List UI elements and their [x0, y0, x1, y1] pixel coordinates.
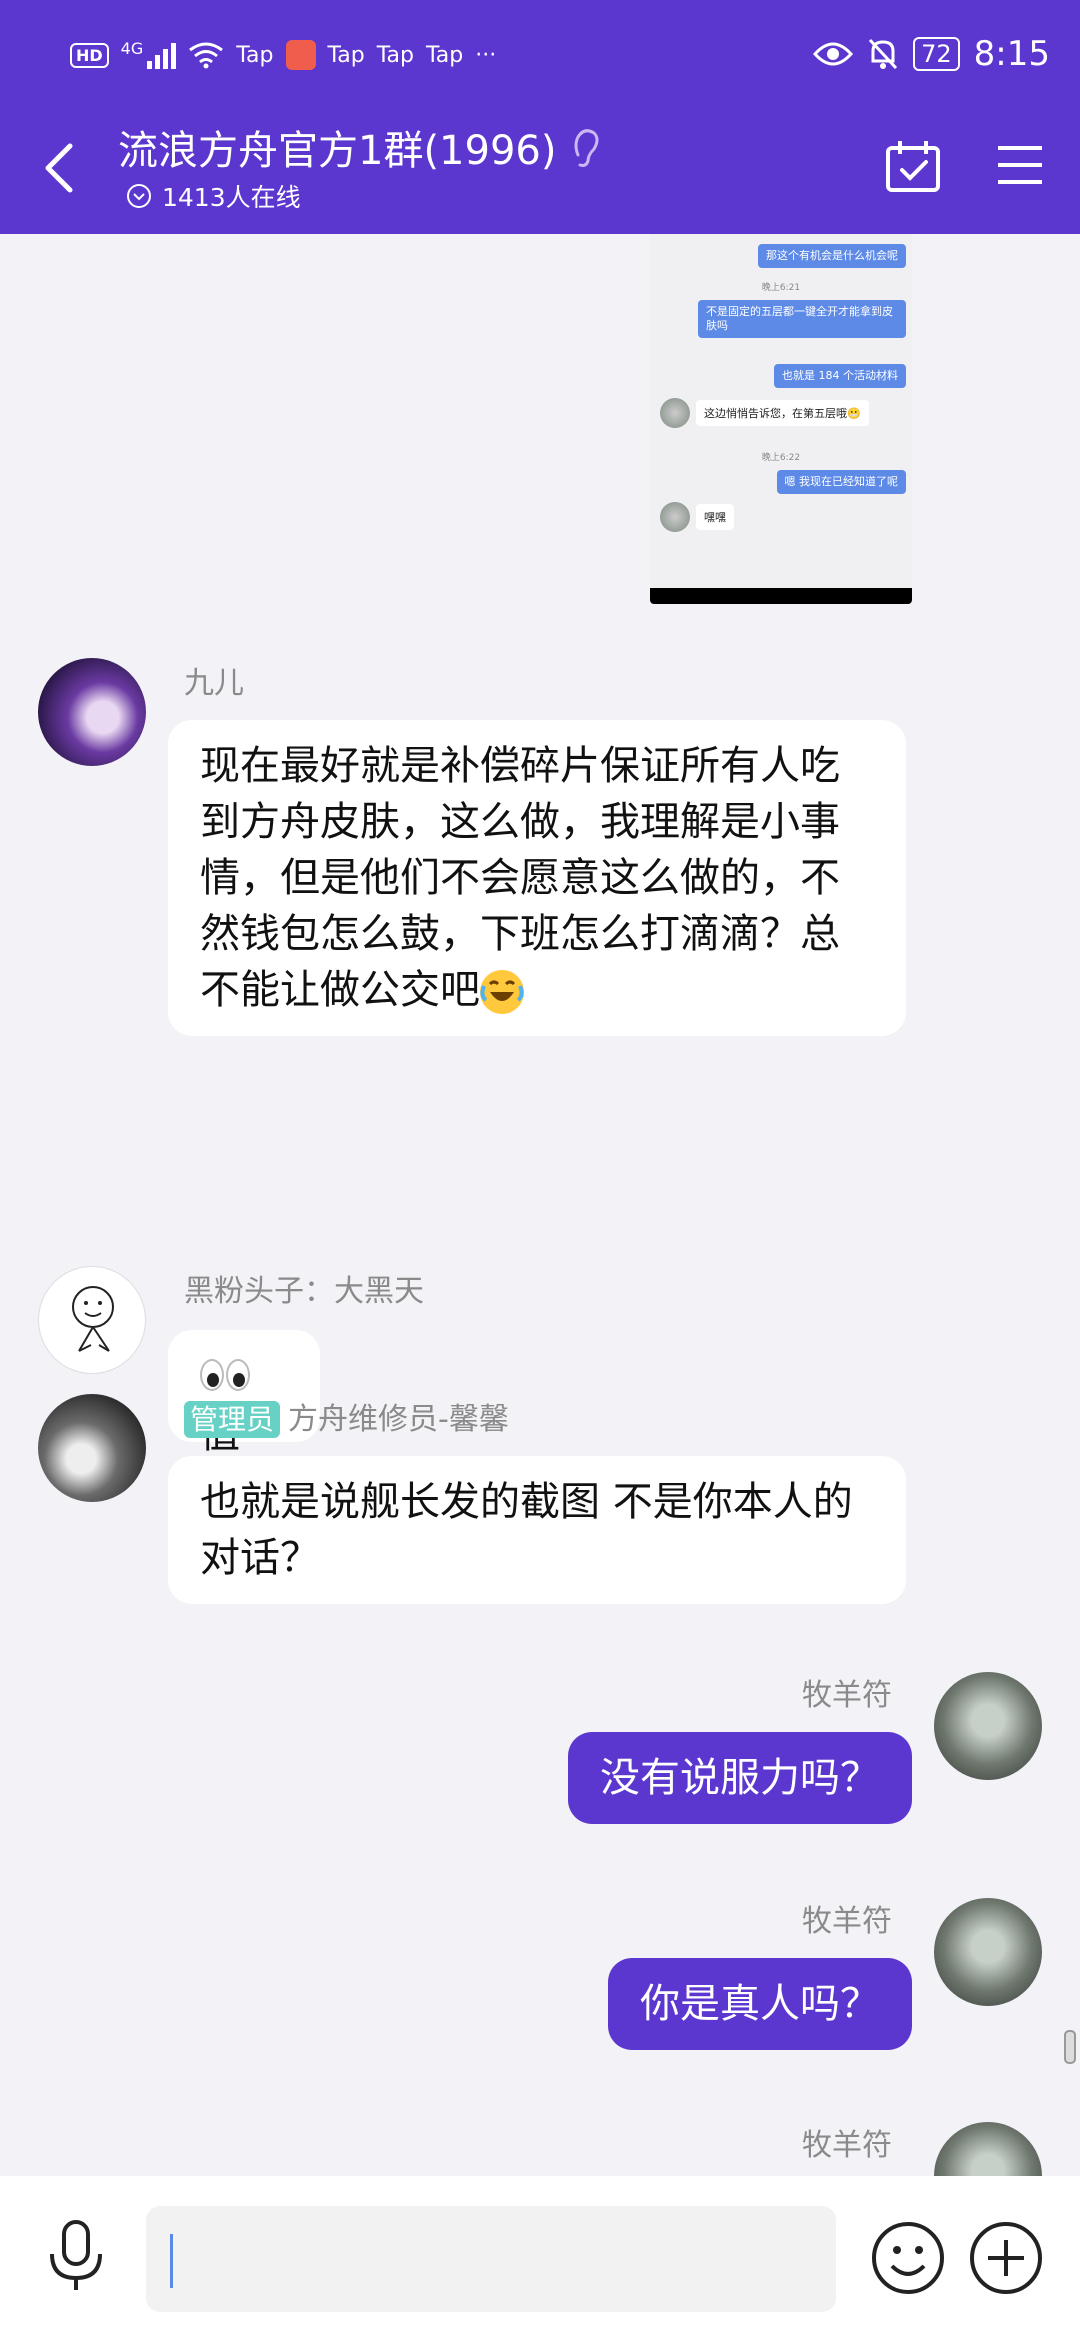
tap-notification-1: Tap [236, 42, 274, 68]
signal-icon [147, 41, 177, 69]
text-caret [170, 2234, 173, 2288]
screenshot-timestamp: 晚上6:21 [761, 283, 801, 293]
message-bubble[interactable]: 也就是说舰长发的截图 不是你本人的对话？ [168, 1456, 906, 1604]
calendar-check-icon[interactable] [884, 138, 942, 194]
screenshot-message: 嘿嘿 [696, 504, 734, 530]
message-text: 你是真人吗？ [640, 1981, 880, 2027]
input-bar [0, 2176, 1080, 2340]
avatar[interactable] [934, 1898, 1042, 2006]
back-arrow-icon[interactable] [40, 138, 80, 198]
sender-name: 九儿 [184, 666, 244, 701]
menu-icon[interactable] [996, 142, 1044, 188]
avatar[interactable] [38, 1266, 146, 1374]
tap-notification-2: Tap [327, 42, 365, 68]
screenshot-message: 那这个有机会是什么机会呢 [758, 244, 906, 268]
chevron-down-circle-icon[interactable] [126, 183, 152, 209]
avatar[interactable] [934, 2122, 1042, 2176]
battery-icon: 72 [913, 37, 960, 71]
sender-name: 方舟维修员-馨馨 [288, 1402, 509, 1437]
wifi-icon [189, 42, 224, 69]
message-bubble[interactable]: 现在最好就是补偿碎片保证所有人吃到方舟皮肤，这么做，我理解是小事情，但是他们不会… [168, 720, 906, 1036]
group-title[interactable]: 流浪方舟官方1群(1996) [118, 118, 556, 176]
admin-badge: 管理员 [184, 1401, 281, 1438]
avatar[interactable] [38, 658, 146, 766]
message-bubble[interactable]: 你是真人吗？ [608, 1958, 912, 2050]
sender-name: 牧羊符 [802, 2128, 892, 2163]
face-with-tears-of-joy-icon [480, 970, 524, 1014]
message-text: 也就是说舰长发的截图 不是你本人的对话？ [200, 1479, 853, 1581]
clock: 8:15 [973, 34, 1050, 74]
message-input[interactable] [146, 2206, 836, 2312]
screenshot-message: 也就是 184 个活动材料 [774, 364, 906, 388]
avatar[interactable] [934, 1672, 1042, 1780]
screenshot-message: 嗯 我现在已经知道了呢 [776, 470, 906, 494]
plus-icon[interactable] [968, 2220, 1044, 2296]
avatar[interactable] [38, 1394, 146, 1502]
chat-header: HD 4G Tap Tap Tap Tap ··· 72 8:15 流浪方舟官方… [0, 0, 1080, 234]
microphone-icon[interactable] [44, 2218, 108, 2294]
message-list[interactable]: 那这个有机会是什么机会呢 晚上6:21 不是固定的五层都一键全开才能拿到皮肤吗 … [0, 234, 1080, 2176]
hd-badge: HD [70, 42, 109, 68]
message-text: 没有说服力吗？ [600, 1755, 880, 1801]
emoji-icon[interactable] [870, 2220, 946, 2296]
online-count[interactable]: 1413人在线 [162, 178, 301, 214]
sender-line: 管理员 方舟维修员-馨馨 [184, 1394, 509, 1438]
message-bubble[interactable]: 没有说服力吗？ [568, 1732, 912, 1824]
network-label: 4G [120, 38, 144, 58]
eye-icon [813, 42, 854, 66]
screenshot-message: 这边悄悄告诉您，在第五层哦😬 [696, 400, 869, 426]
shared-screenshot-image[interactable]: 那这个有机会是什么机会呢 晚上6:21 不是固定的五层都一键全开才能拿到皮肤吗 … [650, 234, 912, 604]
sender-name: 黑粉头子：大黑天 [184, 1274, 424, 1309]
ear-icon[interactable] [570, 125, 602, 169]
sender-name: 牧羊符 [802, 1904, 892, 1939]
mute-bell-icon [868, 38, 898, 70]
status-bar: HD 4G Tap Tap Tap Tap ··· 72 8:15 [0, 30, 1080, 90]
screenshot-bottom-bar [650, 588, 912, 604]
screenshot-avatar [660, 398, 690, 428]
screenshot-timestamp: 晚上6:22 [761, 453, 801, 463]
more-notifications: ··· [475, 42, 497, 68]
tap-notification-4: Tap [426, 42, 464, 68]
scrollbar-thumb[interactable] [1064, 2030, 1076, 2064]
tap-notification-3: Tap [376, 42, 414, 68]
screenshot-message: 不是固定的五层都一键全开才能拿到皮肤吗 [698, 300, 906, 338]
screenshot-avatar [660, 502, 690, 532]
app-notification-icon [285, 40, 316, 70]
sender-name: 牧羊符 [802, 1678, 892, 1713]
